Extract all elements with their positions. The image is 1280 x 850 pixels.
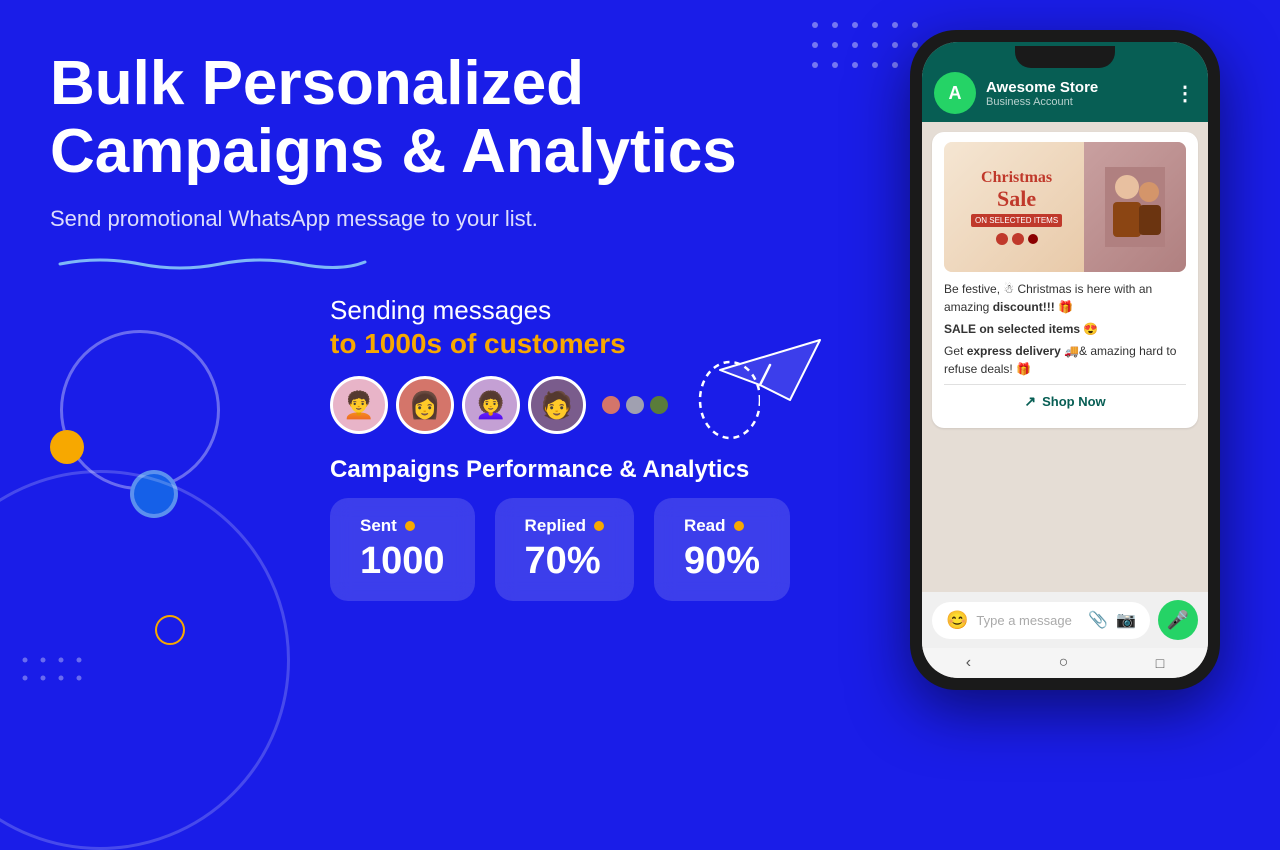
avatar-3: 👩‍🦱 bbox=[462, 376, 520, 434]
back-icon: ‹ bbox=[966, 654, 971, 672]
message-text-2: SALE on selected items 😍 bbox=[944, 320, 1186, 338]
extra-dot-3 bbox=[650, 396, 668, 414]
stat-replied-dot bbox=[594, 521, 604, 531]
stat-sent-value: 1000 bbox=[360, 540, 445, 583]
promo-image: Christmas Sale ON SELECTED ITEMS bbox=[944, 142, 1186, 272]
on-selected-text: ON SELECTED ITEMS bbox=[971, 214, 1062, 227]
stat-sent-label: Sent bbox=[360, 516, 397, 536]
square-icon: □ bbox=[1156, 655, 1164, 671]
phone-mockup: A Awesome Store Business Account ⋮ Chris… bbox=[910, 30, 1220, 690]
wa-input-placeholder[interactable]: Type a message bbox=[976, 613, 1080, 628]
wa-input-box[interactable]: 😊 Type a message 📎 📷 bbox=[932, 602, 1150, 639]
sending-highlight: to 1000s of customers bbox=[330, 328, 750, 360]
extra-dot-2 bbox=[626, 396, 644, 414]
stat-replied-label: Replied bbox=[525, 516, 586, 536]
avatars-row: 🧑‍🦱 👩 👩‍🦱 🧑 bbox=[330, 376, 750, 434]
photo-collage bbox=[1084, 142, 1186, 272]
message-text-3: Get express delivery 🚚& amazing hard to … bbox=[944, 342, 1186, 378]
page-subtitle: Send promotional WhatsApp message to you… bbox=[50, 206, 750, 232]
stat-replied-value: 70% bbox=[525, 540, 604, 583]
page-title: Bulk Personalized Campaigns & Analytics bbox=[50, 50, 750, 186]
mic-button[interactable]: 🎤 bbox=[1158, 600, 1198, 640]
shop-now-button[interactable]: ↗ Shop Now bbox=[944, 384, 1186, 418]
stats-row: Sent 1000 Replied 70% Read 90% bbox=[330, 498, 750, 601]
attachment-icon: 📎 bbox=[1088, 610, 1108, 630]
message-text-1: Be festive, ☃ Christmas is here with an … bbox=[944, 280, 1186, 316]
christmas-text: Christmas bbox=[981, 169, 1052, 187]
message-bubble: Christmas Sale ON SELECTED ITEMS bbox=[932, 132, 1198, 428]
chat-area: Christmas Sale ON SELECTED ITEMS bbox=[922, 122, 1208, 592]
avatar-1: 🧑‍🦱 bbox=[330, 376, 388, 434]
stat-read-dot bbox=[734, 521, 744, 531]
stat-read-value: 90% bbox=[684, 540, 760, 583]
shop-now-label: Shop Now bbox=[1042, 394, 1106, 409]
emoji-icon: 😊 bbox=[946, 610, 968, 631]
christmas-sale-text: Sale bbox=[997, 186, 1036, 212]
stat-replied: Replied 70% bbox=[495, 498, 634, 601]
phone-notch bbox=[1015, 46, 1115, 68]
wa-input-area: 😊 Type a message 📎 📷 🎤 bbox=[922, 592, 1208, 648]
stat-sent: Sent 1000 bbox=[330, 498, 475, 601]
mic-icon: 🎤 bbox=[1167, 610, 1189, 631]
stat-read-label: Read bbox=[684, 516, 726, 536]
home-icon: ○ bbox=[1059, 654, 1069, 672]
sending-label: Sending messages bbox=[330, 295, 750, 326]
wa-menu-icon[interactable]: ⋮ bbox=[1175, 81, 1196, 106]
extra-dot-1 bbox=[602, 396, 620, 414]
stat-sent-dot bbox=[405, 521, 415, 531]
avatar-2: 👩 bbox=[396, 376, 454, 434]
external-link-icon: ↗ bbox=[1024, 393, 1036, 410]
analytics-title: Campaigns Performance & Analytics bbox=[330, 456, 750, 484]
wa-avatar: A bbox=[934, 72, 976, 114]
stat-read: Read 90% bbox=[654, 498, 790, 601]
wa-info: Awesome Store Business Account bbox=[986, 79, 1165, 108]
camera-icon: 📷 bbox=[1116, 610, 1136, 630]
avatar-4: 🧑 bbox=[528, 376, 586, 434]
wa-name: Awesome Store bbox=[986, 79, 1165, 96]
wa-status: Business Account bbox=[986, 96, 1165, 108]
